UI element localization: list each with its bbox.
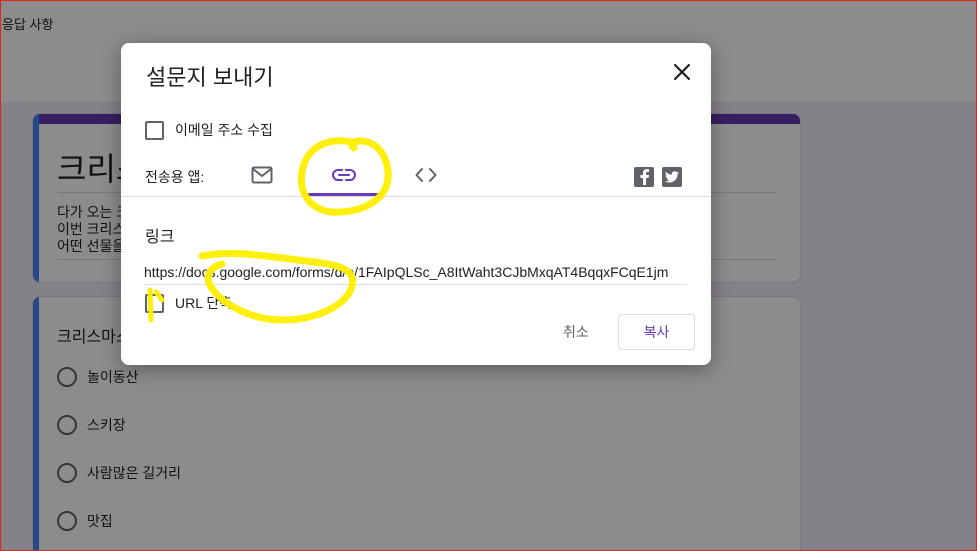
close-button[interactable] (669, 59, 695, 85)
collect-email-label: 이메일 주소 수집 (175, 122, 273, 138)
twitter-icon (665, 171, 679, 183)
share-facebook-button[interactable] (634, 167, 654, 187)
facebook-icon (640, 169, 649, 185)
link-icon (332, 169, 356, 181)
shorten-url-checkbox[interactable] (145, 293, 164, 313)
mail-icon (251, 166, 273, 184)
link-section-label: 링크 (145, 229, 175, 246)
tabs-divider (121, 196, 711, 197)
send-via-label: 전송용 앱: (145, 169, 205, 185)
shorten-url-label: URL 단축 (175, 295, 233, 311)
close-icon (673, 63, 691, 81)
collect-email-checkbox[interactable] (145, 120, 164, 140)
tab-link[interactable] (329, 163, 359, 187)
embed-code-icon (415, 168, 437, 182)
send-form-dialog: 설문지 보내기 이메일 주소 수집 전송용 앱: 링크 https://docs… (121, 43, 711, 365)
share-twitter-button[interactable] (662, 167, 682, 187)
dialog-title: 설문지 보내기 (146, 65, 274, 90)
tab-embed[interactable] (411, 163, 441, 187)
link-url-field[interactable] (144, 261, 687, 285)
copy-button[interactable]: 복사 (618, 314, 695, 350)
tab-email[interactable] (247, 163, 277, 187)
cancel-button[interactable]: 취소 (555, 319, 597, 345)
collect-email-option[interactable]: 이메일 주소 수집 (145, 120, 273, 140)
shorten-url-option[interactable]: URL 단축 (145, 293, 232, 313)
